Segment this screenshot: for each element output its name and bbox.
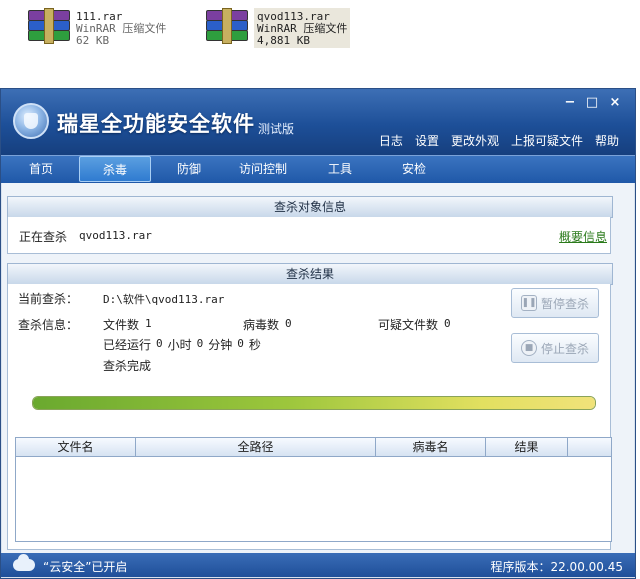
title-bar[interactable]: 瑞星全功能安全软件 测试版 − □ × 日志 设置 更改外观 上报可疑文件 帮助 [1, 89, 635, 155]
menu-settings[interactable]: 设置 [415, 132, 439, 149]
tab-scan[interactable]: 杀毒 [79, 156, 151, 182]
scan-status-text: 查杀完成 [103, 359, 152, 373]
desktop-file-label: qvod113.rar WinRAR 压缩文件 4,881 KB [254, 8, 351, 48]
files-count-label: 文件数 [103, 318, 140, 332]
winrar-archive-icon [204, 8, 248, 46]
minimize-button[interactable]: − [561, 95, 579, 110]
top-menu: 日志 设置 更改外观 上报可疑文件 帮助 [379, 132, 619, 149]
rising-antivirus-window: 瑞星全功能安全软件 测试版 − □ × 日志 设置 更改外观 上报可疑文件 帮助… [0, 88, 636, 579]
target-panel-title: 查杀对象信息 [7, 196, 613, 218]
program-version: 程序版本：22.00.00.45 [490, 560, 623, 574]
column-header-filler [568, 438, 611, 456]
suspicious-count-label: 可疑文件数 [378, 318, 439, 332]
virus-count-label: 病毒数 [243, 318, 280, 332]
summary-link[interactable]: 概要信息 [559, 228, 607, 245]
tab-home[interactable]: 首页 [5, 156, 77, 182]
results-table-header: 文件名 全路径 病毒名 结果 [16, 438, 611, 457]
app-title: 瑞星全功能安全软件 [57, 112, 255, 136]
desktop-file-qvod113-rar[interactable]: qvod113.rar WinRAR 压缩文件 4,881 KB [204, 8, 351, 48]
tab-defense[interactable]: 防御 [153, 156, 225, 182]
scanning-label: 正在查杀 [19, 230, 68, 244]
scan-content: 查杀对象信息 正在查杀 qvod113.rar 概要信息 查杀结果 当前查杀： … [2, 183, 634, 553]
scanning-file: qvod113.rar [79, 229, 152, 242]
column-header-filename[interactable]: 文件名 [16, 438, 136, 456]
files-count: 1 [145, 317, 152, 330]
column-header-result[interactable]: 结果 [486, 438, 568, 456]
pause-icon: ❚❚ [520, 295, 537, 311]
desktop-file-label: 111.rar WinRAR 压缩文件 62 KB [76, 10, 167, 47]
scan-progress-fill [33, 397, 595, 409]
maximize-button[interactable]: □ [583, 95, 601, 110]
results-panel-title: 查杀结果 [7, 263, 613, 285]
menu-change-skin[interactable]: 更改外观 [451, 132, 499, 149]
rising-shield-logo-icon [13, 103, 49, 139]
desktop-file-111-rar[interactable]: 111.rar WinRAR 压缩文件 62 KB [26, 8, 166, 48]
main-tabs: 首页 杀毒 防御 访问控制 工具 安检 [1, 155, 635, 183]
scan-progress-bar [32, 396, 596, 410]
status-bar: “云安全”已开启 程序版本：22.00.00.45 [1, 553, 635, 577]
menu-report-suspicious[interactable]: 上报可疑文件 [511, 132, 583, 149]
current-scan-label: 当前查杀： [18, 292, 79, 306]
suspicious-count: 0 [444, 317, 451, 330]
current-scan-path: D:\软件\qvod113.rar [103, 293, 225, 306]
winrar-archive-icon [26, 8, 70, 46]
menu-log[interactable]: 日志 [379, 132, 403, 149]
results-table: 文件名 全路径 病毒名 结果 [15, 437, 612, 542]
app-edition: 测试版 [258, 122, 295, 136]
pause-scan-button[interactable]: ❚❚ 暂停查杀 [511, 288, 599, 318]
close-button[interactable]: × [606, 95, 624, 110]
virus-count: 0 [285, 317, 292, 330]
tab-access-control[interactable]: 访问控制 [227, 156, 299, 182]
menu-help[interactable]: 帮助 [595, 132, 619, 149]
stop-icon: ■ [520, 340, 537, 356]
tab-security-check[interactable]: 安检 [378, 156, 450, 182]
column-header-virus-name[interactable]: 病毒名 [376, 438, 486, 456]
elapsed-time: 已经运行 0 小时 0 分钟 0 秒 [103, 337, 261, 352]
cloud-security-status: “云安全”已开启 [43, 560, 128, 574]
scan-info-label: 查杀信息： [18, 318, 79, 332]
target-panel: 正在查杀 qvod113.rar 概要信息 [7, 217, 611, 254]
cloud-icon [13, 554, 35, 571]
tab-tools[interactable]: 工具 [304, 156, 376, 182]
column-header-full-path[interactable]: 全路径 [136, 438, 376, 456]
stop-scan-button[interactable]: ■ 停止查杀 [511, 333, 599, 363]
